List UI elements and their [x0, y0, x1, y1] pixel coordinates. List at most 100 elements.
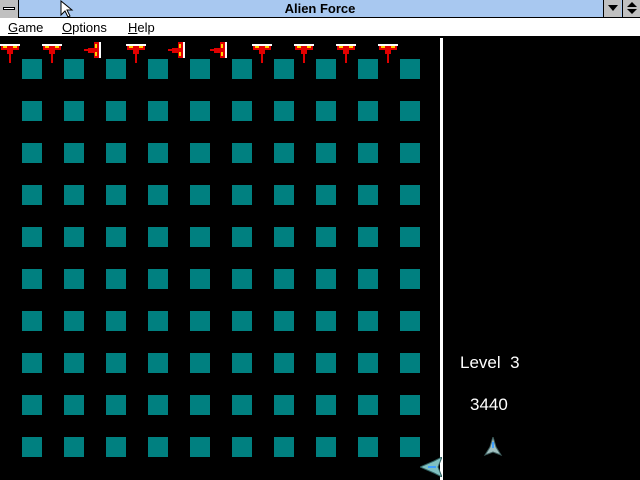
- barrier-block: [64, 185, 84, 205]
- barrier-block: [148, 101, 168, 121]
- barrier-block: [232, 143, 252, 163]
- barrier-block: [106, 269, 126, 289]
- barrier-block: [232, 395, 252, 415]
- barrier-block: [400, 437, 420, 457]
- barrier-block: [106, 59, 126, 79]
- barrier-block: [64, 101, 84, 121]
- alien-ship-icon: [42, 44, 62, 63]
- alien-ship-icon: [294, 44, 314, 63]
- barrier-block: [316, 143, 336, 163]
- barrier-block: [190, 185, 210, 205]
- barrier-block: [358, 101, 378, 121]
- mouse-cursor-icon: [60, 0, 74, 18]
- barrier-block: [232, 227, 252, 247]
- barrier-block: [190, 395, 210, 415]
- barrier-block: [106, 143, 126, 163]
- barrier-block: [64, 353, 84, 373]
- barrier-block: [22, 143, 42, 163]
- barrier-block: [316, 59, 336, 79]
- menu-help[interactable]: Help: [128, 19, 155, 36]
- barrier-block: [22, 395, 42, 415]
- barrier-block: [148, 437, 168, 457]
- barrier-block: [358, 227, 378, 247]
- barrier-block: [358, 311, 378, 331]
- barrier-block: [358, 437, 378, 457]
- menu-options[interactable]: Options: [62, 19, 107, 36]
- barrier-block: [22, 437, 42, 457]
- barrier-block: [274, 395, 294, 415]
- barrier-block: [358, 353, 378, 373]
- barrier-block: [22, 227, 42, 247]
- barrier-block: [190, 59, 210, 79]
- barrier-block: [190, 437, 210, 457]
- barrier-block: [106, 227, 126, 247]
- barrier-block: [232, 437, 252, 457]
- barrier-block: [232, 101, 252, 121]
- barrier-block: [22, 353, 42, 373]
- barrier-block: [190, 353, 210, 373]
- barrier-block: [64, 311, 84, 331]
- barrier-block: [274, 353, 294, 373]
- barrier-block: [106, 353, 126, 373]
- barrier-block: [148, 269, 168, 289]
- barrier-block: [274, 311, 294, 331]
- alien-ship-icon: [84, 42, 101, 58]
- barrier-block: [232, 353, 252, 373]
- barrier-block: [400, 311, 420, 331]
- barrier-block: [400, 353, 420, 373]
- barrier-block: [316, 101, 336, 121]
- alien-ship-icon: [0, 44, 20, 63]
- barrier-block: [358, 143, 378, 163]
- barrier-block: [400, 143, 420, 163]
- barrier-block: [190, 311, 210, 331]
- barrier-block: [148, 185, 168, 205]
- barrier-block: [106, 395, 126, 415]
- barrier-block: [274, 143, 294, 163]
- barrier-block: [400, 227, 420, 247]
- menu-game[interactable]: Game: [8, 19, 43, 36]
- barrier-block: [316, 227, 336, 247]
- barrier-block: [148, 311, 168, 331]
- menu-bar: Game Options Help: [0, 18, 640, 37]
- barrier-block: [316, 353, 336, 373]
- barrier-block: [148, 59, 168, 79]
- minimize-icon: [608, 5, 618, 11]
- barrier-block: [358, 185, 378, 205]
- barrier-block: [358, 59, 378, 79]
- maximize-button[interactable]: [622, 0, 640, 17]
- title-bar: Alien Force: [0, 0, 640, 18]
- barrier-block: [400, 395, 420, 415]
- life-ship-icon: [483, 437, 503, 456]
- barrier-block: [358, 395, 378, 415]
- barrier-block: [190, 143, 210, 163]
- barrier-block: [148, 353, 168, 373]
- barrier-block: [232, 311, 252, 331]
- barrier-block: [22, 59, 42, 79]
- window-title: Alien Force: [284, 1, 356, 16]
- barrier-block: [64, 269, 84, 289]
- barrier-block: [274, 101, 294, 121]
- barrier-block: [148, 227, 168, 247]
- barrier-block: [64, 59, 84, 79]
- barrier-block: [232, 185, 252, 205]
- level-value: 3: [510, 353, 520, 372]
- barrier-block: [64, 437, 84, 457]
- minimize-button[interactable]: [603, 0, 621, 17]
- barrier-block: [190, 227, 210, 247]
- barrier-block: [232, 59, 252, 79]
- barrier-block: [316, 269, 336, 289]
- barrier-block: [22, 311, 42, 331]
- barrier-block: [106, 311, 126, 331]
- barrier-block: [64, 395, 84, 415]
- barrier-block: [148, 395, 168, 415]
- barrier-block: [22, 101, 42, 121]
- barrier-block: [274, 185, 294, 205]
- barrier-block: [148, 143, 168, 163]
- barrier-block: [274, 227, 294, 247]
- barrier-block: [64, 227, 84, 247]
- barrier-block: [400, 185, 420, 205]
- restore-icon: [627, 2, 637, 14]
- barrier-block: [400, 59, 420, 79]
- barrier-block: [316, 311, 336, 331]
- barrier-block: [106, 101, 126, 121]
